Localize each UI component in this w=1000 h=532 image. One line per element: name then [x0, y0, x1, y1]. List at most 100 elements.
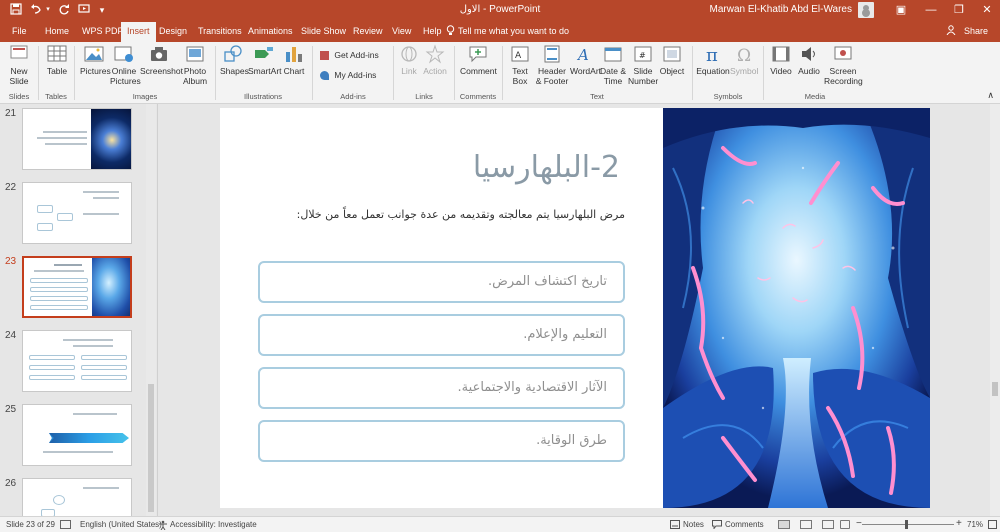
slide-thumbnail-22[interactable]	[22, 182, 132, 244]
equation-button[interactable]: π Equation	[696, 44, 730, 76]
zoom-slider-thumb[interactable]	[905, 520, 908, 529]
header-footer-icon	[544, 45, 560, 63]
slide-scrollbar[interactable]	[990, 104, 1000, 516]
user-name[interactable]: Marwan El-Khatib Abd El-Wares	[710, 4, 852, 15]
date-time-label: Date & Time	[600, 66, 626, 86]
store-icon	[320, 51, 329, 61]
content-box-text: التعليم والإعلام.	[523, 327, 607, 342]
date-time-button[interactable]: Date & Time	[600, 44, 626, 86]
group-label-symbols: Symbols	[713, 92, 743, 101]
tab-slide-show[interactable]: Slide Show	[299, 24, 348, 42]
screen-recording-icon	[834, 46, 852, 60]
slide-thumbnail-26[interactable]	[22, 478, 132, 516]
new-slide-icon	[10, 45, 28, 59]
restore-button[interactable]: ❐	[944, 2, 974, 18]
get-add-ins-button[interactable]: Get Add-ins	[320, 50, 390, 61]
photo-album-label: Photo Album	[182, 66, 208, 86]
slide-show-view-button[interactable]	[840, 520, 850, 529]
my-add-ins-button[interactable]: My Add-ins	[320, 70, 390, 81]
tab-home[interactable]: Home	[43, 24, 71, 42]
video-button[interactable]: Video	[768, 44, 794, 76]
share-button[interactable]: Share	[964, 26, 988, 36]
tab-design[interactable]: Design	[157, 24, 189, 42]
text-box-button[interactable]: A Text Box	[508, 44, 532, 86]
zoom-slider[interactable]	[862, 524, 954, 525]
tab-transitions[interactable]: Transitions	[196, 24, 244, 42]
slide-thumbnail-24[interactable]	[22, 330, 132, 392]
omega-icon: Ω	[737, 46, 751, 64]
accessibility-status[interactable]: Accessibility: Investigate	[170, 520, 257, 529]
zoom-level[interactable]: 71%	[967, 520, 983, 529]
content-box-4[interactable]: طرق الوقاية.	[258, 420, 625, 462]
tab-review[interactable]: Review	[351, 24, 385, 42]
link-button[interactable]: Link	[398, 44, 420, 76]
smartart-button[interactable]: SmartArt	[248, 44, 282, 76]
content-box-1[interactable]: تاريخ اكتشاف المرض.	[258, 261, 625, 303]
slide-thumbnails-panel[interactable]: 21 22 23 24 25 26	[0, 104, 158, 516]
slide-counter[interactable]: Slide 23 of 29	[6, 520, 55, 529]
slide-canvas[interactable]: 2-البلهارسيا مرض البلهارسيا يتم معالجته …	[220, 108, 930, 508]
minimize-button[interactable]: —	[916, 2, 946, 18]
slide-thumbnail-23[interactable]	[22, 256, 132, 318]
avatar[interactable]	[858, 2, 874, 18]
group-label-comments: Comments	[459, 92, 497, 101]
content-box-2[interactable]: التعليم والإعلام.	[258, 314, 625, 356]
tab-insert[interactable]: Insert	[121, 22, 156, 42]
tell-me-search[interactable]: Tell me what you want to do	[458, 26, 569, 36]
slide-title[interactable]: 2-البلهارسيا	[473, 150, 620, 185]
thumbnails-scrollbar[interactable]	[146, 104, 156, 516]
new-slide-button[interactable]: New Slide	[4, 44, 34, 86]
video-icon	[772, 46, 790, 62]
group-label-text: Text	[590, 92, 604, 101]
parasite-illustration[interactable]	[663, 108, 930, 508]
online-pictures-button[interactable]: Online Pictures	[110, 44, 141, 86]
language-indicator[interactable]: English (United States)	[80, 520, 162, 529]
chart-button[interactable]: Chart	[282, 44, 306, 76]
notes-button[interactable]: Notes	[683, 520, 704, 529]
table-button[interactable]: Table	[44, 44, 70, 76]
action-button[interactable]: Action	[422, 44, 448, 76]
wordart-button[interactable]: A WordArt	[570, 44, 601, 76]
title-bar: ▾ ▾ الاول - PowerPoint Marwan El-Khatib …	[0, 0, 1000, 20]
photo-album-button[interactable]: Photo Album	[180, 44, 210, 86]
fit-to-window-icon[interactable]	[988, 520, 997, 529]
thumbnail-number: 22	[5, 182, 17, 193]
header-footer-button[interactable]: Header & Footer	[534, 44, 570, 86]
tab-wps-pdf[interactable]: WPS PDF	[80, 24, 125, 42]
svg-text:Ω: Ω	[737, 46, 751, 64]
zoom-in-button[interactable]: +	[956, 518, 962, 529]
tab-view[interactable]: View	[390, 24, 413, 42]
comment-button[interactable]: Comment	[460, 44, 497, 76]
tab-file[interactable]: File	[10, 24, 29, 42]
slide-body-text[interactable]: مرض البلهارسيا يتم معالجته وتقديمه من عد…	[297, 208, 625, 221]
spelling-check-icon[interactable]	[60, 520, 71, 529]
accessibility-icon[interactable]	[158, 520, 168, 532]
content-box-3[interactable]: الآثار الاقتصادية والاجتماعية.	[258, 367, 625, 409]
tab-animations[interactable]: Animations	[246, 24, 295, 42]
reading-view-button[interactable]	[822, 520, 834, 529]
camera-icon	[151, 47, 167, 61]
screenshot-button[interactable]: Screenshot	[140, 44, 183, 76]
symbol-button[interactable]: Ω Symbol	[730, 44, 758, 76]
zoom-out-button[interactable]: −	[856, 518, 862, 529]
object-button[interactable]: Object	[658, 44, 686, 76]
collapse-ribbon-icon[interactable]: ∧	[987, 90, 994, 101]
slide-sorter-view-button[interactable]	[800, 520, 812, 529]
tab-help[interactable]: Help	[421, 24, 444, 42]
thumbnails-scrollbar-thumb[interactable]	[148, 384, 154, 512]
audio-button[interactable]: Audio	[796, 44, 822, 76]
shapes-button[interactable]: Shapes	[220, 44, 249, 76]
slide-number-button[interactable]: # Slide Number	[628, 44, 658, 86]
share-icon	[946, 25, 956, 37]
ribbon-display-options-button[interactable]: ▣	[886, 2, 916, 18]
slide-scrollbar-thumb[interactable]	[992, 382, 998, 396]
slide-thumbnail-25[interactable]	[22, 404, 132, 466]
normal-view-button[interactable]	[778, 520, 790, 529]
slide-number-icon: #	[634, 46, 652, 62]
screen-recording-button[interactable]: Screen Recording	[824, 44, 863, 86]
close-button[interactable]: ✕	[972, 2, 1000, 18]
slide-number-label: Slide Number	[628, 66, 659, 86]
comments-button[interactable]: Comments	[725, 520, 764, 529]
pictures-button[interactable]: Pictures	[80, 44, 111, 76]
slide-thumbnail-21[interactable]	[22, 108, 132, 170]
